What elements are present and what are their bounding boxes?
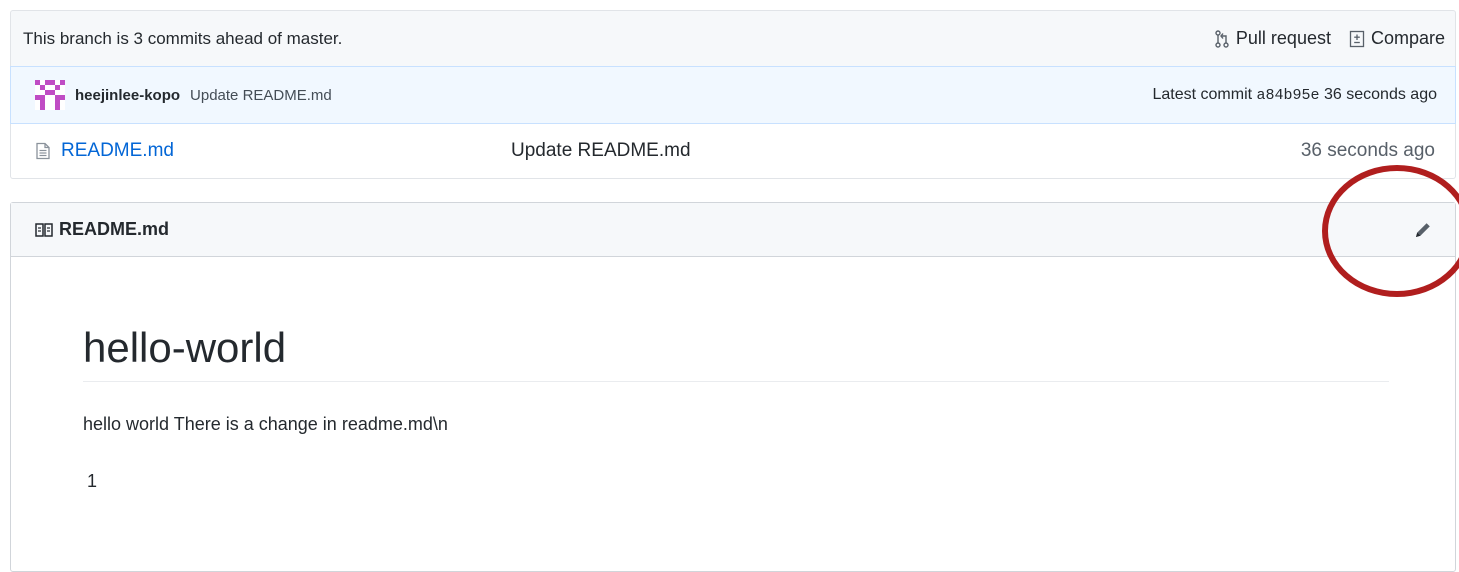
pull-request-icon	[1215, 29, 1229, 48]
readme-heading: hello-world	[83, 324, 1389, 383]
pull-request-button[interactable]: Pull request	[1214, 28, 1331, 49]
compare-button[interactable]: Compare	[1349, 28, 1445, 49]
readme-title: README.md	[35, 219, 169, 240]
commit-meta: Latest commit a84b95e 36 seconds ago	[1153, 86, 1438, 104]
readme-header-title: README.md	[59, 219, 170, 239]
readme-body: hello-world hello world There is a chang…	[11, 324, 1455, 492]
latest-commit-label: Latest commit	[1152, 86, 1253, 103]
commit-message[interactable]: Update README.md	[190, 87, 332, 104]
branch-status-bar: This branch is 3 commits ahead of master…	[10, 10, 1456, 66]
compare-label: Compare	[1370, 28, 1445, 48]
readme-header: README.md	[11, 203, 1455, 257]
pull-request-label: Pull request	[1235, 28, 1331, 48]
commit-time: 36 seconds ago	[1324, 86, 1437, 103]
commit-sha[interactable]: a84b95e	[1257, 87, 1320, 104]
file-row: README.md Update README.md 36 seconds ag…	[10, 124, 1456, 179]
file-name-link[interactable]: README.md	[61, 140, 511, 162]
branch-actions: Pull request Compare	[1214, 28, 1445, 49]
branch-status-text: This branch is 3 commits ahead of master…	[23, 28, 343, 48]
compare-icon	[1349, 30, 1365, 47]
readme-panel: README.md hello-world hello world There …	[10, 202, 1456, 572]
pencil-icon[interactable]	[1413, 220, 1433, 240]
book-icon	[35, 222, 53, 237]
file-age: 36 seconds ago	[1300, 140, 1435, 161]
commit-info: heejinlee-kopo Update README.md	[35, 80, 332, 110]
file-icon	[36, 142, 50, 160]
latest-commit-bar: heejinlee-kopo Update README.md Latest c…	[10, 66, 1456, 124]
commit-author[interactable]: heejinlee-kopo	[75, 87, 180, 104]
file-commit-message[interactable]: Update README.md	[511, 140, 1301, 162]
avatar[interactable]	[35, 80, 65, 110]
readme-paragraph: hello world There is a change in readme.…	[83, 414, 448, 435]
readme-paragraph-2: 1	[87, 471, 98, 492]
